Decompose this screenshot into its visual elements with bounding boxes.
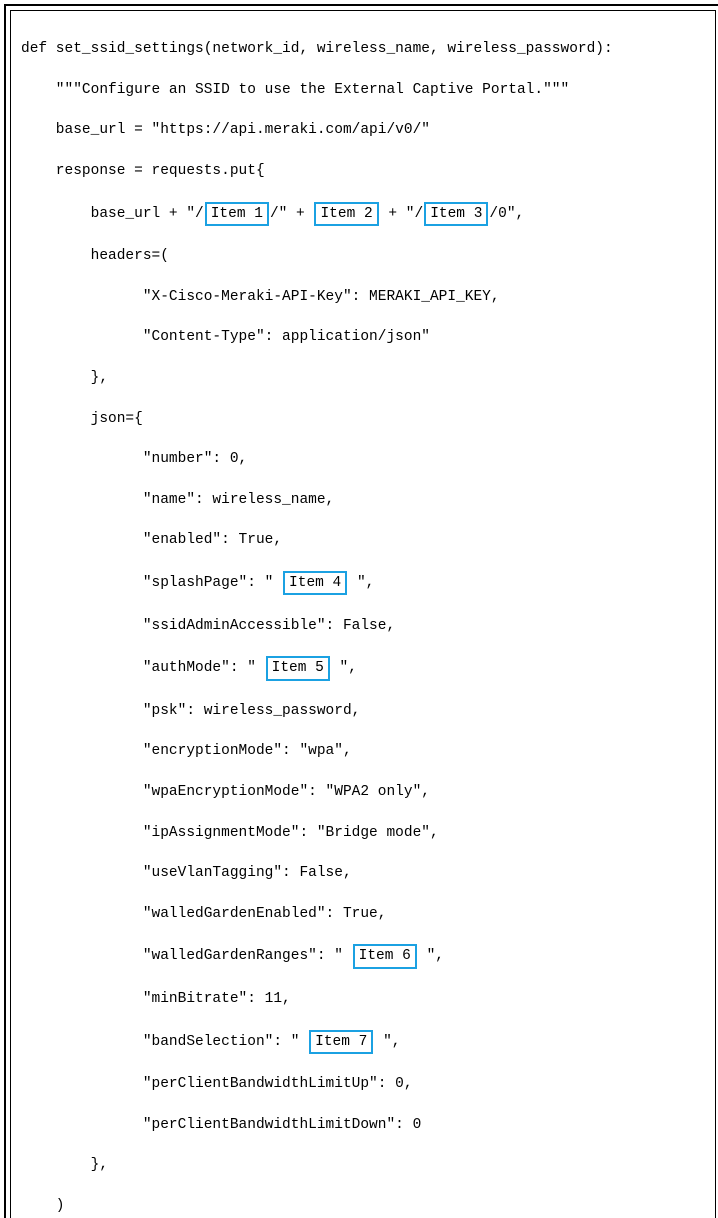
code-line: response = requests.put{	[21, 161, 705, 181]
code-text: /0",	[489, 206, 524, 222]
code-line: )	[21, 1196, 705, 1216]
code-line: "minBitrate": 11,	[21, 989, 705, 1009]
code-text: "walledGardenRanges": "	[21, 948, 352, 964]
code-line: base_url = "https://api.meraki.com/api/v…	[21, 120, 705, 140]
code-text: ",	[331, 660, 357, 676]
code-line: "perClientBandwidthLimitDown": 0	[21, 1115, 705, 1135]
code-line: base_url + "/Item 1/" + Item 2 + "/Item …	[21, 202, 705, 226]
code-line: "encryptionMode": "wpa",	[21, 741, 705, 761]
code-line: "walledGardenEnabled": True,	[21, 904, 705, 924]
code-line: "wpaEncryptionMode": "WPA2 only",	[21, 782, 705, 802]
code-line: "X-Cisco-Meraki-API-Key": MERAKI_API_KEY…	[21, 287, 705, 307]
code-line: def set_ssid_settings(network_id, wirele…	[21, 39, 705, 59]
code-text: "authMode": "	[21, 660, 265, 676]
code-line: """Configure an SSID to use the External…	[21, 80, 705, 100]
code-text: /" +	[270, 206, 314, 222]
outer-frame: def set_ssid_settings(network_id, wirele…	[4, 4, 718, 1218]
item-7-placeholder[interactable]: Item 7	[309, 1030, 373, 1054]
code-line: "ipAssignmentMode": "Bridge mode",	[21, 823, 705, 843]
code-text: "bandSelection": "	[21, 1034, 308, 1050]
code-line: headers=(	[21, 246, 705, 266]
code-line: "useVlanTagging": False,	[21, 863, 705, 883]
code-line: "number": 0,	[21, 449, 705, 469]
code-line: "walledGardenRanges": " Item 6 ",	[21, 944, 705, 968]
item-4-placeholder[interactable]: Item 4	[283, 571, 347, 595]
code-line: "name": wireless_name,	[21, 490, 705, 510]
code-line: "enabled": True,	[21, 530, 705, 550]
item-2-placeholder[interactable]: Item 2	[314, 202, 378, 226]
code-line: "Content-Type": application/json"	[21, 327, 705, 347]
code-text: ",	[348, 575, 374, 591]
code-line: "bandSelection": " Item 7 ",	[21, 1030, 705, 1054]
code-line: "authMode": " Item 5 ",	[21, 656, 705, 680]
code-line: },	[21, 368, 705, 388]
code-line: json={	[21, 409, 705, 429]
code-text: "splashPage": "	[21, 575, 282, 591]
code-line: "splashPage": " Item 4 ",	[21, 571, 705, 595]
code-line: "ssidAdminAccessible": False,	[21, 616, 705, 636]
code-text: ",	[374, 1034, 400, 1050]
item-5-placeholder[interactable]: Item 5	[266, 656, 330, 680]
item-6-placeholder[interactable]: Item 6	[353, 944, 417, 968]
code-text: ",	[418, 948, 444, 964]
code-text: base_url + "/	[21, 206, 204, 222]
code-text: + "/	[380, 206, 424, 222]
item-1-placeholder[interactable]: Item 1	[205, 202, 269, 226]
code-line: },	[21, 1155, 705, 1175]
code-block: def set_ssid_settings(network_id, wirele…	[21, 19, 705, 1218]
item-3-placeholder[interactable]: Item 3	[424, 202, 488, 226]
inner-frame: def set_ssid_settings(network_id, wirele…	[10, 10, 716, 1218]
code-line: "psk": wireless_password,	[21, 701, 705, 721]
code-line: "perClientBandwidthLimitUp": 0,	[21, 1074, 705, 1094]
